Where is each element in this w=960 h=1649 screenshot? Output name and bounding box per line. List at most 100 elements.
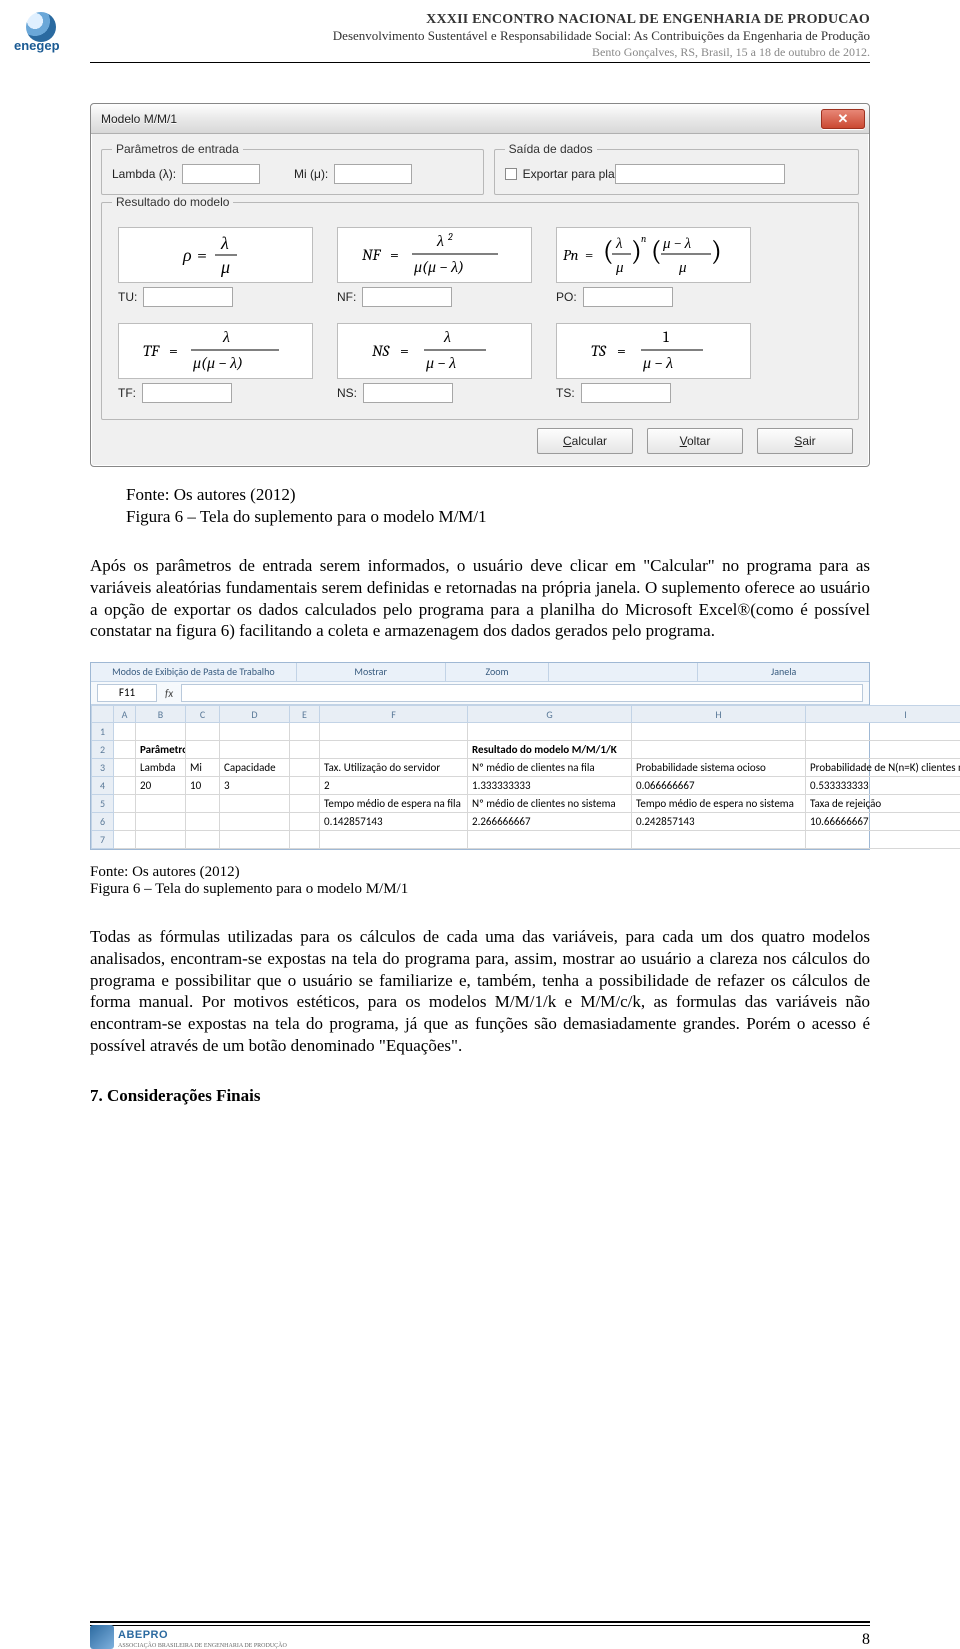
cell[interactable]	[114, 795, 136, 813]
cell[interactable]: Probabilidade de N(n=K) clientes no site…	[806, 759, 960, 777]
cell[interactable]: 0.242857143	[632, 813, 806, 831]
cell[interactable]: 0.533333333	[806, 777, 960, 795]
ns-output[interactable]	[363, 383, 453, 403]
cell[interactable]: 10	[186, 777, 220, 795]
ribbon-group: Modos de Exibição de Pasta de Trabalho	[91, 663, 297, 681]
formula-input[interactable]	[181, 684, 863, 702]
cell[interactable]: 10.66666667	[806, 813, 960, 831]
cell[interactable]	[220, 723, 290, 741]
row-header[interactable]: 5	[92, 795, 114, 813]
cell[interactable]: 20	[136, 777, 186, 795]
cell[interactable]: Taxa de rejeição	[806, 795, 960, 813]
cell[interactable]	[806, 723, 960, 741]
column-header[interactable]: B	[136, 706, 186, 723]
cell[interactable]: Lambda	[136, 759, 186, 777]
cell[interactable]	[114, 813, 136, 831]
cell[interactable]	[186, 723, 220, 741]
mi-input[interactable]	[334, 164, 412, 184]
cell[interactable]	[632, 831, 806, 849]
row-header[interactable]: 7	[92, 831, 114, 849]
cell[interactable]	[136, 831, 186, 849]
export-path-input[interactable]	[615, 164, 785, 184]
cell[interactable]	[290, 831, 320, 849]
cell[interactable]	[320, 741, 468, 759]
tf-output[interactable]	[142, 383, 232, 403]
cell[interactable]: Capacidade	[220, 759, 290, 777]
cell[interactable]	[468, 831, 632, 849]
cell[interactable]	[290, 759, 320, 777]
column-header[interactable]: E	[290, 706, 320, 723]
export-checkbox[interactable]	[505, 168, 517, 180]
close-button[interactable]: ✕	[821, 109, 865, 129]
svg-text:μ − λ: μ − λ	[662, 234, 692, 252]
cell[interactable]	[290, 813, 320, 831]
cell[interactable]	[320, 831, 468, 849]
cell[interactable]: Nº médio de clientes no sistema	[468, 795, 632, 813]
cell[interactable]	[220, 795, 290, 813]
cell[interactable]	[136, 723, 186, 741]
cell[interactable]	[290, 795, 320, 813]
cell[interactable]	[632, 741, 806, 759]
column-header[interactable]: C	[186, 706, 220, 723]
cell[interactable]: Resultado do modelo M/M/1/K	[468, 741, 632, 759]
cell[interactable]: Probabilidade sistema ocioso	[632, 759, 806, 777]
column-header[interactable]: H	[632, 706, 806, 723]
cell[interactable]	[186, 813, 220, 831]
name-box[interactable]: F11	[97, 684, 157, 702]
column-header[interactable]: D	[220, 706, 290, 723]
cell[interactable]	[114, 723, 136, 741]
cell[interactable]	[114, 777, 136, 795]
section-heading-7: 7. Considerações Finais	[90, 1085, 870, 1107]
column-header[interactable]: A	[114, 706, 136, 723]
cell[interactable]: 2	[320, 777, 468, 795]
cell[interactable]	[320, 723, 468, 741]
cell[interactable]	[186, 831, 220, 849]
cell[interactable]	[806, 831, 960, 849]
cell[interactable]	[136, 795, 186, 813]
cell[interactable]	[290, 723, 320, 741]
svg-text:(: (	[651, 235, 662, 267]
row-header[interactable]: 4	[92, 777, 114, 795]
row-header[interactable]: 1	[92, 723, 114, 741]
cell[interactable]	[290, 777, 320, 795]
cell[interactable]: Parâmetros de entrada	[136, 741, 186, 759]
po-output[interactable]	[583, 287, 673, 307]
sair-button[interactable]: Sair	[757, 428, 853, 454]
cell[interactable]	[806, 741, 960, 759]
cell[interactable]	[632, 723, 806, 741]
cell[interactable]: Tempo médio de espera no sistema	[632, 795, 806, 813]
row-header[interactable]: 3	[92, 759, 114, 777]
lambda-input[interactable]	[182, 164, 260, 184]
cell[interactable]: Mi	[186, 759, 220, 777]
cell[interactable]: 0.142857143	[320, 813, 468, 831]
cell[interactable]	[468, 723, 632, 741]
cell[interactable]: Tax. Utilização do servidor	[320, 759, 468, 777]
cell[interactable]	[114, 831, 136, 849]
cell[interactable]: Tempo médio de espera na fila	[320, 795, 468, 813]
cell[interactable]	[220, 741, 290, 759]
fx-icon[interactable]: fx	[165, 687, 173, 700]
column-header[interactable]: I	[806, 706, 960, 723]
tu-output[interactable]	[143, 287, 233, 307]
cell[interactable]	[114, 741, 136, 759]
cell[interactable]: 0.066666667	[632, 777, 806, 795]
voltar-button[interactable]: Voltar	[647, 428, 743, 454]
cell[interactable]	[290, 741, 320, 759]
cell[interactable]	[220, 831, 290, 849]
cell[interactable]	[114, 759, 136, 777]
cell[interactable]	[220, 813, 290, 831]
nf-output[interactable]	[362, 287, 452, 307]
cell[interactable]: 2.266666667	[468, 813, 632, 831]
ts-output[interactable]	[581, 383, 671, 403]
row-header[interactable]: 2	[92, 741, 114, 759]
calcular-button[interactable]: CCalcularalcular	[537, 428, 633, 454]
row-header[interactable]: 6	[92, 813, 114, 831]
cell[interactable]: Nº médio de clientes na fila	[468, 759, 632, 777]
cell[interactable]	[136, 813, 186, 831]
cell[interactable]: 3	[220, 777, 290, 795]
column-header[interactable]: G	[468, 706, 632, 723]
cell[interactable]: 1.333333333	[468, 777, 632, 795]
cell[interactable]	[186, 741, 220, 759]
cell[interactable]	[186, 795, 220, 813]
column-header[interactable]: F	[320, 706, 468, 723]
